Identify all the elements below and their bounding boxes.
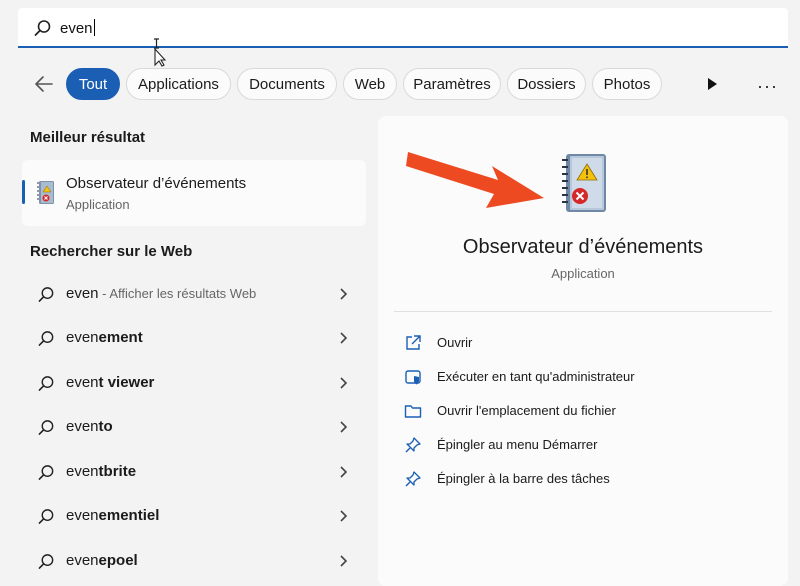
action-open[interactable]: Ouvrir — [404, 332, 774, 356]
search-icon — [38, 465, 54, 480]
suggestion-completion: ementiel — [98, 507, 160, 524]
suggestion-typed-text: even — [66, 329, 99, 346]
event-viewer-app-icon — [37, 181, 54, 204]
play-icon[interactable] — [705, 77, 719, 91]
pin-icon — [405, 437, 421, 453]
chevron-right-icon — [340, 555, 348, 567]
selection-indicator — [22, 180, 25, 204]
action-label: Ouvrir l'emplacement du fichier — [437, 403, 616, 418]
search-icon — [38, 287, 54, 302]
action-label: Épingler au menu Démarrer — [437, 437, 598, 452]
web-suggestion-item[interactable]: event viewer — [22, 361, 366, 405]
filter-web[interactable]: Web — [343, 68, 397, 100]
more-options-button[interactable]: ··· — [757, 76, 778, 97]
pin-icon — [405, 471, 421, 487]
detail-subtitle: Application — [551, 266, 615, 281]
action-open-file-location[interactable]: Ouvrir l'emplacement du fichier — [404, 400, 774, 424]
chevron-right-icon — [340, 288, 348, 300]
suggestion-typed-text: even — [66, 374, 99, 391]
suggestion-typed-text: even — [66, 552, 99, 569]
action-label: Épingler à la barre des tâches — [437, 471, 610, 486]
web-suggestion-item[interactable]: eventbrite — [22, 450, 366, 494]
action-pin-taskbar[interactable]: Épingler à la barre des tâches — [404, 468, 774, 492]
action-pin-start[interactable]: Épingler au menu Démarrer — [404, 434, 774, 458]
action-label: Exécuter en tant qu'administrateur — [437, 369, 635, 384]
suggestion-completion: ement — [98, 329, 143, 346]
action-label: Ouvrir — [437, 335, 473, 350]
annotation-arrow-icon — [406, 152, 544, 208]
suggestion-completion: epoel — [98, 552, 138, 569]
filter-applications[interactable]: Applications — [126, 68, 231, 100]
detail-panel: Observateur d’événements Application Ouv… — [378, 116, 788, 586]
filter-dossiers[interactable]: Dossiers — [507, 68, 586, 100]
back-arrow-icon[interactable] — [33, 73, 55, 95]
web-suggestion-item[interactable]: even - Afficher les résultats Web — [22, 272, 366, 316]
suggestion-typed-text: even — [66, 507, 99, 524]
web-suggestion-item[interactable]: evenement — [22, 316, 366, 360]
suggestion-completion: to — [98, 418, 113, 435]
folder-icon — [404, 405, 422, 418]
search-icon — [38, 509, 54, 524]
filter-photos[interactable]: Photos — [592, 68, 662, 100]
chevron-right-icon — [340, 510, 348, 522]
mouse-cursor-icon — [154, 38, 166, 67]
search-icon — [34, 20, 51, 36]
search-box[interactable]: even — [18, 8, 788, 48]
search-input[interactable]: even — [60, 19, 95, 37]
filter-documents[interactable]: Documents — [237, 68, 337, 100]
search-icon — [38, 554, 54, 569]
chevron-right-icon — [340, 466, 348, 478]
suggestion-completion: tbrite — [98, 463, 137, 480]
chevron-right-icon — [340, 332, 348, 344]
best-result-subtitle: Application — [66, 197, 130, 212]
search-icon — [38, 331, 54, 346]
web-suggestion-item[interactable]: evento — [22, 405, 366, 449]
filter-tout[interactable]: Tout — [66, 68, 120, 100]
web-suggestion-item[interactable]: evenementiel — [22, 494, 366, 538]
suggestion-typed-text: even — [66, 463, 99, 480]
open-external-icon — [406, 335, 421, 350]
search-icon — [38, 420, 54, 435]
suggestion-completion: t viewer — [98, 374, 155, 391]
search-icon — [38, 376, 54, 391]
detail-title: Observateur d’événements — [462, 236, 704, 258]
divider — [394, 311, 772, 312]
chevron-right-icon — [340, 377, 348, 389]
action-run-as-admin[interactable]: Exécuter en tant qu'administrateur — [404, 366, 774, 390]
filter-parametres[interactable]: Paramètres — [403, 68, 501, 100]
suggestion-hint: - Afficher les résultats Web — [98, 286, 257, 301]
best-result-heading: Meilleur résultat — [30, 129, 146, 146]
chevron-right-icon — [340, 421, 348, 433]
web-suggestion-item[interactable]: evenepoel — [22, 539, 366, 583]
web-search-heading: Rechercher sur le Web — [30, 243, 193, 260]
suggestion-typed-text: even — [66, 285, 99, 302]
best-result-item[interactable]: Observateur d’événements Application — [22, 160, 366, 226]
suggestion-typed-text: even — [66, 418, 99, 435]
event-viewer-app-icon — [562, 154, 606, 212]
admin-shield-icon — [405, 370, 421, 385]
best-result-title: Observateur d’événements — [66, 175, 247, 192]
